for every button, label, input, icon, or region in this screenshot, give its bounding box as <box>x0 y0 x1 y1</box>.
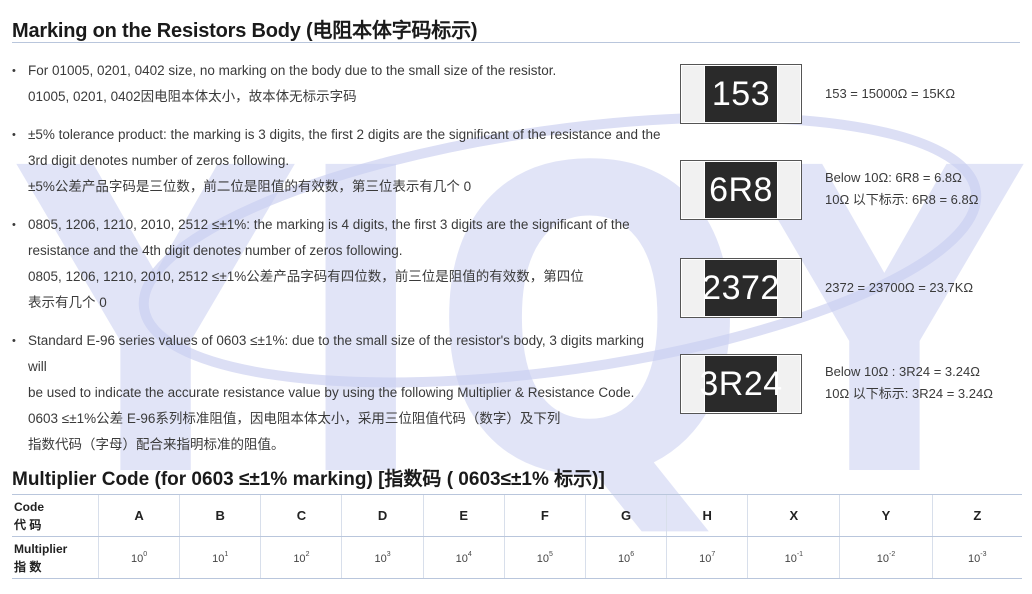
multiplier-cell: 103 <box>341 536 424 579</box>
multiplier-header: Multiplier 指 数 <box>12 536 99 579</box>
code-cell: X <box>747 494 840 537</box>
multiplier-cell: 107 <box>666 536 748 579</box>
chip-description: Below 10Ω : 3R24 = 3.24Ω 10Ω 以下标示: 3R24 =… <box>825 361 993 405</box>
bullet-dot: • <box>12 219 16 231</box>
bullet-item: • 0805, 1206, 1210, 2010, 2512 ≤±1%: the … <box>12 212 662 316</box>
bullet-line: 指数代码（字母）配合来指明标准的阻值。 <box>28 437 285 452</box>
bullet-line: Standard E-96 series values of 0603 ≤±1%… <box>28 333 644 374</box>
code-row: Code 代 码 ABCDEFGHXYZ <box>12 494 1022 537</box>
code-cell: B <box>179 494 261 537</box>
multiplier-cell: 104 <box>422 536 505 579</box>
multiplier-cell: 102 <box>260 536 342 579</box>
bullet-dot: • <box>12 65 16 77</box>
bullet-line: 表示有几个 0 <box>28 295 107 310</box>
chip-example: 153 153 = 15000Ω = 15KΩ <box>680 64 1020 126</box>
resistor-chip-image: 3R24 <box>680 354 802 414</box>
bullet-line: 3rd digit denotes number of zeros follow… <box>28 153 290 168</box>
bullet-line: 01005, 0201, 0402因电阻本体太小，故本体无标示字码 <box>28 89 357 104</box>
chip-marking-code: 6R8 <box>709 170 773 209</box>
code-cell: H <box>666 494 748 537</box>
chip-description-line: 10Ω 以下标示: 3R24 = 3.24Ω <box>825 386 993 401</box>
multiplier-cell: 10-3 <box>931 536 1022 579</box>
chip-example: 6R8 Below 10Ω: 6R8 = 6.8Ω 10Ω 以下标示: 6R8 = … <box>680 160 1020 222</box>
chip-marking-code: 2372 <box>702 268 780 307</box>
code-cell: F <box>503 494 586 537</box>
bullet-line: resistance and the 4th digit denotes num… <box>28 243 403 258</box>
code-cell: C <box>260 494 342 537</box>
chip-description-line: Below 10Ω : 3R24 = 3.24Ω <box>825 364 980 379</box>
bullet-list: • For 01005, 0201, 0402 size, no marking … <box>12 58 662 470</box>
chip-example: 2372 2372 = 23700Ω = 23.7KΩ <box>680 258 1020 320</box>
bullet-line: ±5% tolerance product: the marking is 3 … <box>28 127 661 142</box>
multiplier-cell: 10-2 <box>839 536 933 579</box>
multiplier-title: Multiplier Code (for 0603 ≤±1% marking) … <box>12 469 605 490</box>
resistor-chip-image: 153 <box>680 64 802 124</box>
chip-example: 3R24 Below 10Ω : 3R24 = 3.24Ω 10Ω 以下标示: 3R… <box>680 354 1020 416</box>
chip-description: 2372 = 23700Ω = 23.7KΩ <box>825 277 973 299</box>
bullet-line: For 01005, 0201, 0402 size, no marking o… <box>28 63 557 78</box>
bullet-line: 0805, 1206, 1210, 2010, 2512 ≤±1%公差产品字码有… <box>28 269 584 284</box>
code-cell: A <box>97 494 180 537</box>
chip-description-line: 10Ω 以下标示: 6R8 = 6.8Ω <box>825 192 979 207</box>
bullet-item: • Standard E-96 series values of 0603 ≤±1… <box>12 328 662 458</box>
chip-description-line: 153 = 15000Ω = 15KΩ <box>825 86 956 101</box>
chip-description-line: Below 10Ω: 6R8 = 6.8Ω <box>825 170 962 185</box>
bullet-dot: • <box>12 335 16 347</box>
code-cell: D <box>341 494 424 537</box>
bullet-item: • ±5% tolerance product: the marking is 3… <box>12 122 662 200</box>
chip-description: 153 = 15000Ω = 15KΩ <box>825 83 955 105</box>
multiplier-table: Code 代 码 ABCDEFGHXYZ Multiplier 指 数 100 1… <box>12 494 1022 579</box>
title-divider <box>12 42 1020 43</box>
code-cell: Z <box>931 494 1022 537</box>
multiplier-cell: 105 <box>503 536 586 579</box>
code-cell: G <box>584 494 667 537</box>
bullet-item: • For 01005, 0201, 0402 size, no marking … <box>12 58 662 110</box>
section-title: Marking on the Resistors Body (电阻本体字码标示) <box>12 20 478 42</box>
resistor-chip-image: 6R8 <box>680 160 802 220</box>
chip-marking-code: 3R24 <box>699 364 783 403</box>
chip-marking-code: 153 <box>711 74 771 113</box>
code-cell: Y <box>839 494 933 537</box>
resistor-chip-image: 2372 <box>680 258 802 318</box>
bullet-line: 0603 ≤±1%公差 E-96系列标准阻值，因电阻本体太小，采用三位阻值代码（… <box>28 411 561 426</box>
multiplier-cell: 10-1 <box>747 536 840 579</box>
bullet-line: 0805, 1206, 1210, 2010, 2512 ≤±1%: the m… <box>28 217 630 232</box>
multiplier-cell: 106 <box>584 536 667 579</box>
multiplier-cell: 100 <box>97 536 180 579</box>
multiplier-row: Multiplier 指 数 100 101 102 103 104 105 106 107 1… <box>12 536 1022 579</box>
code-cell: E <box>422 494 505 537</box>
multiplier-cell: 101 <box>179 536 261 579</box>
code-header: Code 代 码 <box>12 494 99 537</box>
chip-description: Below 10Ω: 6R8 = 6.8Ω 10Ω 以下标示: 6R8 = 6.8… <box>825 167 978 211</box>
bullet-dot: • <box>12 129 16 141</box>
bullet-line: ±5%公差产品字码是三位数，前二位是阻值的有效数，第三位表示有几个 0 <box>28 179 472 194</box>
bullet-line: be used to indicate the accurate resista… <box>28 385 635 400</box>
chip-description-line: 2372 = 23700Ω = 23.7KΩ <box>825 280 974 295</box>
